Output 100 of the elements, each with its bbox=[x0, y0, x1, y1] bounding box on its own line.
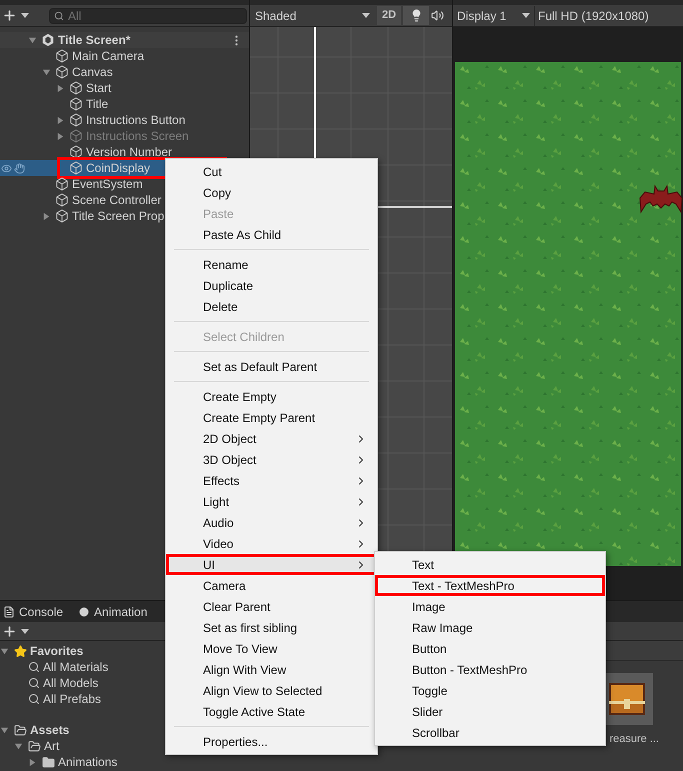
resolution-dropdown[interactable]: Full HD (1920x1080) bbox=[535, 6, 683, 26]
menu-item[interactable]: Paste As Child bbox=[166, 224, 377, 245]
hierarchy-item[interactable]: Start bbox=[0, 80, 249, 96]
menu-item[interactable]: Properties... bbox=[166, 731, 377, 752]
menu-item[interactable]: Camera bbox=[166, 575, 377, 596]
audio-icon[interactable] bbox=[431, 9, 444, 22]
mode-toggle-button[interactable]: 2D bbox=[377, 6, 402, 25]
collapse-arrow-icon[interactable] bbox=[14, 742, 23, 750]
project-item[interactable]: All Models bbox=[0, 675, 165, 691]
menu-item[interactable]: Light bbox=[166, 491, 377, 512]
lightbulb-icon bbox=[410, 9, 423, 22]
search-icon bbox=[28, 661, 40, 673]
menu-item[interactable]: Create Empty Parent bbox=[166, 407, 377, 428]
object-name: Scene Controller bbox=[72, 192, 162, 209]
search-field[interactable]: All bbox=[49, 8, 247, 24]
open-folder-icon bbox=[28, 740, 41, 752]
menu-item[interactable]: 3D Object bbox=[166, 449, 377, 470]
menu-item[interactable]: Audio bbox=[166, 512, 377, 533]
project-item[interactable]: All Materials bbox=[0, 659, 165, 675]
menu-item[interactable]: Image bbox=[375, 596, 605, 617]
eye-icon[interactable] bbox=[1, 162, 12, 174]
menu-item[interactable]: Delete bbox=[166, 296, 377, 317]
menu-item[interactable]: Clear Parent bbox=[166, 596, 377, 617]
menu-item[interactable]: Video bbox=[166, 533, 377, 554]
lighting-toggle-button[interactable] bbox=[403, 6, 430, 25]
folder-icon bbox=[42, 756, 55, 768]
menu-item[interactable]: Duplicate bbox=[166, 275, 377, 296]
cube-icon bbox=[69, 129, 83, 143]
dropdown-caret-icon bbox=[21, 628, 29, 634]
add-icon[interactable] bbox=[2, 8, 17, 23]
hierarchy-item[interactable]: Version Number bbox=[0, 144, 249, 160]
shading-dropdown[interactable]: Shaded bbox=[250, 6, 375, 26]
scene-header-row[interactable]: Title Screen* bbox=[0, 32, 249, 48]
menu-item[interactable]: Text - TextMeshPro bbox=[375, 575, 605, 596]
add-icon[interactable] bbox=[2, 624, 17, 638]
cube-icon bbox=[69, 161, 83, 175]
menu-item[interactable]: Move To View bbox=[166, 638, 377, 659]
object-name: Start bbox=[86, 80, 112, 97]
project-item[interactable]: All Prefabs bbox=[0, 691, 165, 707]
collapse-arrow-icon[interactable] bbox=[42, 68, 51, 76]
menu-item[interactable]: Toggle bbox=[375, 680, 605, 701]
menu-item[interactable]: Button - TextMeshPro bbox=[375, 659, 605, 680]
expand-arrow-icon[interactable] bbox=[56, 84, 65, 92]
display-dropdown[interactable]: Display 1 bbox=[453, 6, 535, 26]
cube-icon bbox=[69, 113, 83, 127]
hand-icon[interactable] bbox=[14, 162, 25, 174]
object-name: Instructions Screen bbox=[86, 128, 189, 145]
hierarchy-item[interactable]: Canvas bbox=[0, 64, 249, 80]
menu-item[interactable]: Set as Default Parent bbox=[166, 356, 377, 377]
caret-icon bbox=[522, 13, 530, 18]
object-name: Title bbox=[86, 96, 108, 113]
menu-item[interactable]: Align With View bbox=[166, 659, 377, 680]
collapse-arrow-icon[interactable] bbox=[28, 36, 37, 44]
cube-icon bbox=[55, 193, 69, 207]
project-item[interactable]: Art bbox=[0, 738, 165, 754]
menu-item[interactable]: Raw Image bbox=[375, 617, 605, 638]
object-name: CoinDisplay bbox=[86, 160, 150, 177]
open-folder-icon bbox=[14, 724, 27, 736]
collapse-arrow-icon[interactable] bbox=[0, 646, 9, 656]
menu-item[interactable]: Create Empty bbox=[166, 386, 377, 407]
cube-icon bbox=[69, 97, 83, 111]
caret-icon bbox=[362, 13, 370, 18]
dropdown-caret-icon bbox=[21, 13, 29, 18]
menu-item[interactable]: Text bbox=[375, 554, 605, 575]
expand-arrow-icon[interactable] bbox=[28, 758, 37, 766]
menu-item[interactable]: Slider bbox=[375, 701, 605, 722]
project-item[interactable]: Assets bbox=[0, 722, 165, 738]
hierarchy-item[interactable]: Main Camera bbox=[0, 48, 249, 64]
project-item[interactable]: Favorites bbox=[0, 643, 165, 659]
menu-item[interactable]: Align View to Selected bbox=[166, 680, 377, 701]
menu-item[interactable]: Copy bbox=[166, 182, 377, 203]
search-icon bbox=[28, 693, 40, 705]
menu-item[interactable]: 2D Object bbox=[166, 428, 377, 449]
menu-item[interactable]: Scrollbar bbox=[375, 722, 605, 743]
object-name: Canvas bbox=[72, 64, 113, 81]
menu-item[interactable]: Button bbox=[375, 638, 605, 659]
bat-sprite-drawing bbox=[639, 182, 683, 216]
expand-arrow-icon[interactable] bbox=[56, 116, 65, 124]
cube-icon bbox=[69, 81, 83, 95]
menu-item[interactable]: Toggle Active State bbox=[166, 701, 377, 722]
asset-name: reasure ... bbox=[609, 732, 659, 747]
object-name: Version Number bbox=[86, 144, 172, 161]
cube-icon bbox=[55, 65, 69, 79]
project-item[interactable]: Animations bbox=[0, 754, 165, 770]
object-name: Main Camera bbox=[72, 48, 144, 65]
expand-arrow-icon[interactable] bbox=[42, 212, 51, 220]
hierarchy-item[interactable]: Title bbox=[0, 96, 249, 112]
menu-item[interactable]: Rename bbox=[166, 254, 377, 275]
cube-icon bbox=[55, 49, 69, 63]
hierarchy-item[interactable]: Instructions Button bbox=[0, 112, 249, 128]
menu-item[interactable]: UI bbox=[166, 554, 377, 575]
object-name: Title Screen* bbox=[58, 32, 130, 49]
cube-icon bbox=[69, 145, 83, 159]
collapse-arrow-icon[interactable] bbox=[0, 726, 9, 734]
unity-logo-icon bbox=[41, 33, 55, 47]
search-icon bbox=[54, 10, 64, 20]
menu-item[interactable]: Effects bbox=[166, 470, 377, 491]
star-icon bbox=[14, 644, 27, 658]
menu-item[interactable]: Set as first sibling bbox=[166, 617, 377, 638]
object-name: Instructions Button bbox=[86, 112, 186, 129]
